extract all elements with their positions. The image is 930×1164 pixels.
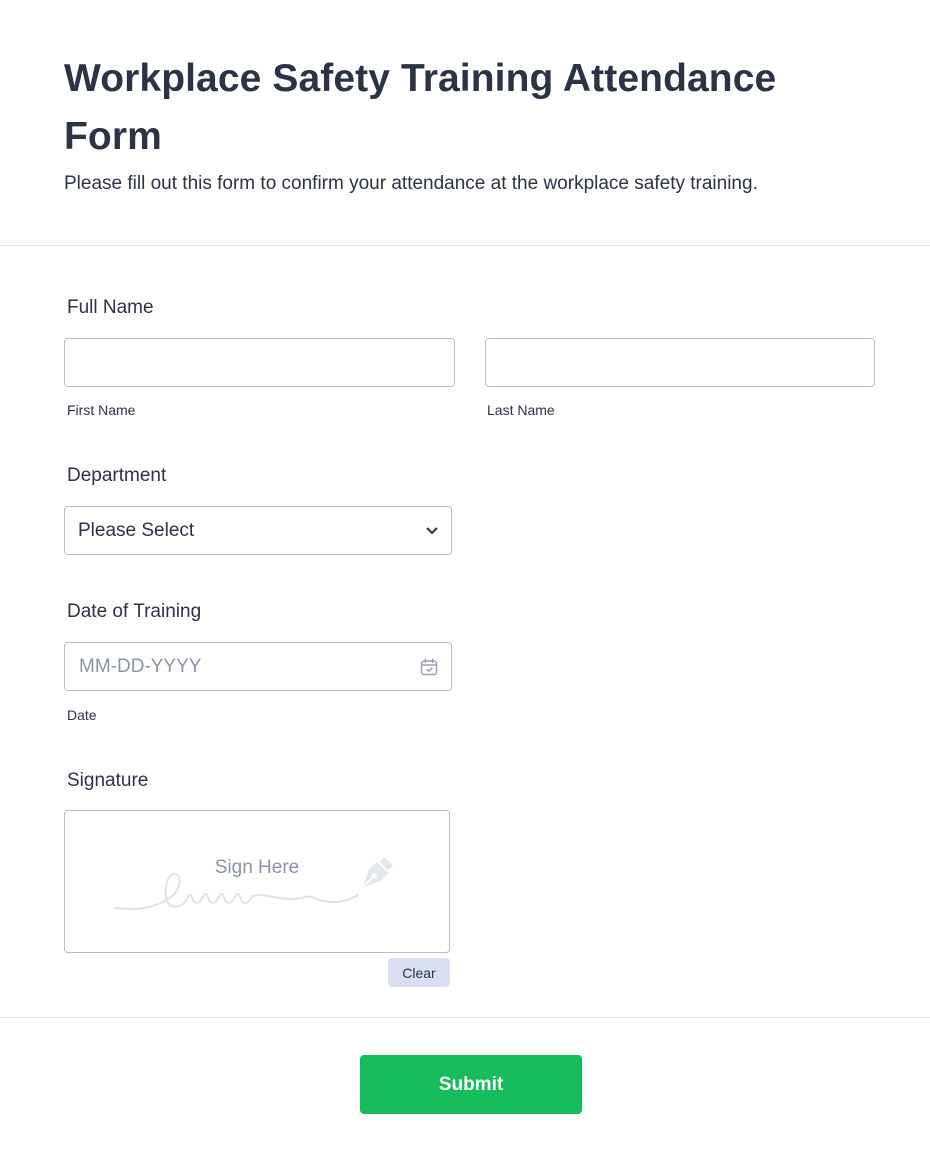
form-title: Workplace Safety Training Attendance For…	[64, 57, 777, 158]
date-sublabel: Date	[67, 707, 97, 723]
submit-button[interactable]: Submit	[360, 1055, 582, 1114]
last-name-input[interactable]	[485, 338, 875, 387]
form-header: Workplace Safety Training Attendance For…	[64, 50, 884, 196]
form-subtitle: Please fill out this form to confirm you…	[64, 173, 758, 194]
form-page: Workplace Safety Training Attendance For…	[0, 0, 930, 1164]
department-selected-value: Please Select	[78, 519, 195, 541]
signature-label: Signature	[67, 770, 149, 791]
last-name-sublabel: Last Name	[487, 402, 555, 418]
date-of-training-label: Date of Training	[67, 601, 202, 622]
first-name-sublabel: First Name	[67, 402, 136, 418]
pen-nib-icon	[351, 853, 397, 904]
footer-divider	[0, 1017, 930, 1018]
department-select[interactable]: Please Select	[64, 506, 452, 555]
chevron-down-icon	[425, 526, 439, 536]
header-divider	[0, 245, 930, 246]
clear-signature-button[interactable]: Clear	[388, 958, 450, 987]
first-name-input[interactable]	[64, 338, 455, 387]
department-label: Department	[67, 465, 167, 486]
date-field	[64, 642, 452, 691]
date-input[interactable]	[64, 642, 452, 691]
signature-pad[interactable]: Sign Here	[64, 810, 450, 953]
calendar-icon[interactable]	[420, 657, 438, 676]
full-name-label: Full Name	[67, 297, 154, 318]
